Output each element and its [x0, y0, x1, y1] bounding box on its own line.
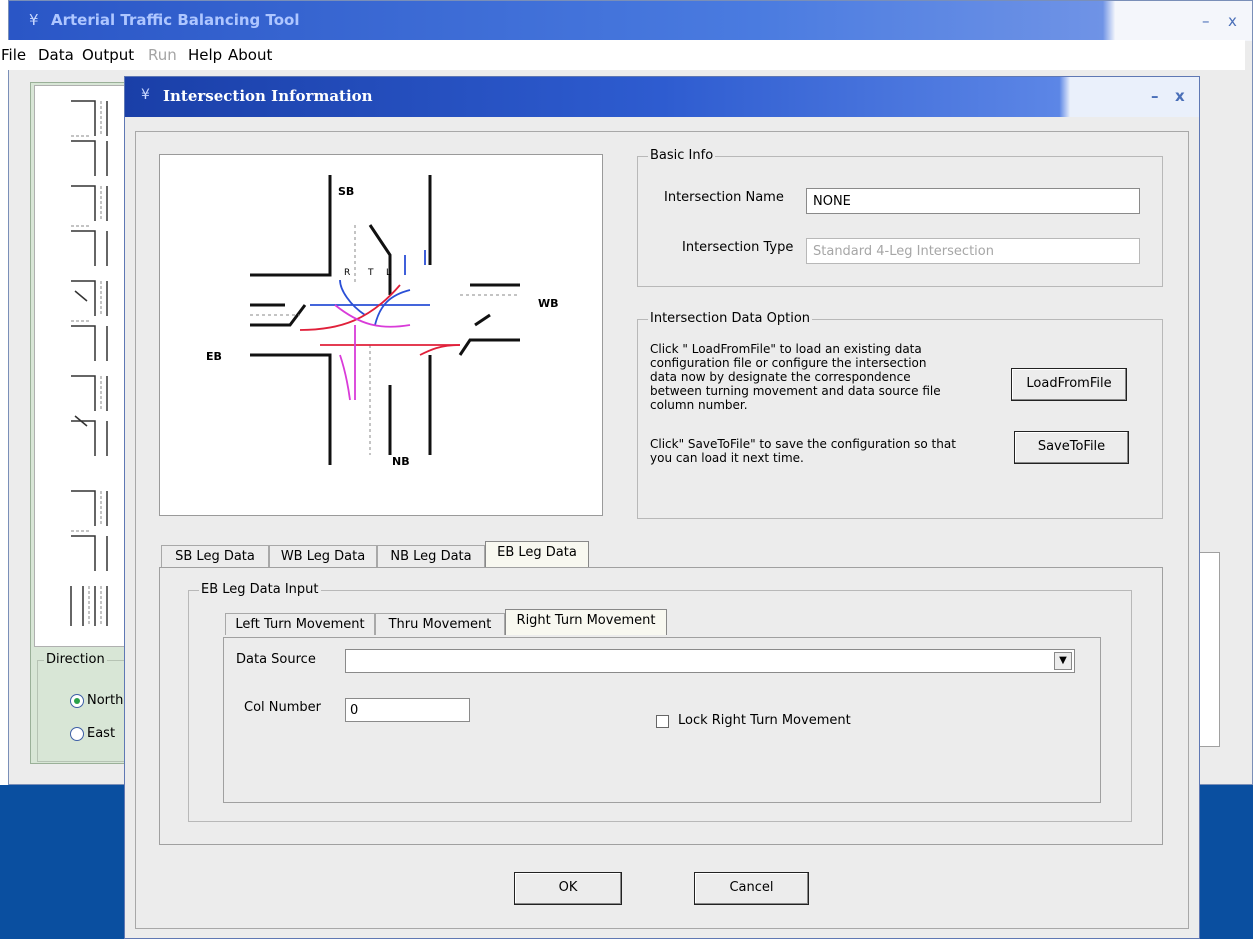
tab-eb-leg[interactable]: EB Leg Data — [485, 541, 589, 567]
data-source-label: Data Source — [236, 652, 316, 667]
eb-leg-input-group: EB Leg Data Input Left Turn Movement Thr… — [188, 582, 1132, 822]
lock-right-turn-checkbox[interactable] — [656, 715, 669, 728]
radio-selected-icon — [70, 693, 84, 708]
data-option-group: Intersection Data Option Click " LoadFro… — [637, 311, 1163, 519]
data-source-select[interactable]: ▼ — [345, 649, 1075, 673]
intersection-thumbnails — [70, 100, 108, 626]
dialog-title-bar[interactable]: ¥ Intersection Information – x — [125, 77, 1199, 117]
menu-help[interactable]: Help — [188, 46, 222, 64]
tab-left-turn[interactable]: Left Turn Movement — [225, 613, 375, 635]
movement-tabs: Left Turn Movement Thru Movement Right T… — [225, 609, 685, 637]
menu-run: Run — [148, 46, 177, 64]
main-window-title: Arterial Traffic Balancing Tool — [51, 11, 300, 29]
save-to-file-button[interactable]: SaveToFile — [1014, 431, 1129, 464]
radio-east[interactable]: East — [70, 726, 115, 741]
menu-data[interactable]: Data — [38, 46, 74, 64]
intersection-name-field[interactable]: NONE — [806, 188, 1140, 214]
basic-info-group: Basic Info Intersection Name NONE Inters… — [637, 148, 1163, 287]
dropdown-arrow-icon[interactable]: ▼ — [1054, 652, 1072, 670]
eb-leg-tab-panel: EB Leg Data Input Left Turn Movement Thr… — [159, 567, 1163, 845]
intersection-diagram: SB WB EB NB R T L — [159, 154, 603, 516]
tab-right-turn[interactable]: Right Turn Movement — [505, 609, 667, 635]
tab-nb-leg[interactable]: NB Leg Data — [377, 545, 485, 567]
cancel-button[interactable]: Cancel — [694, 872, 809, 905]
menu-output[interactable]: Output — [82, 46, 134, 64]
label-l: L — [386, 268, 391, 278]
load-from-file-button[interactable]: LoadFromFile — [1011, 368, 1127, 401]
main-title-bar[interactable]: ¥ Arterial Traffic Balancing Tool – x — [9, 1, 1252, 41]
col-number-label: Col Number — [244, 700, 321, 715]
intersection-name-label: Intersection Name — [664, 190, 784, 205]
data-option-legend: Intersection Data Option — [648, 311, 813, 326]
tab-sb-leg[interactable]: SB Leg Data — [161, 545, 269, 567]
load-description: Click " LoadFromFile" to load an existin… — [650, 342, 941, 412]
label-wb: WB — [538, 297, 559, 310]
minimize-button[interactable]: – — [1202, 12, 1210, 30]
ok-button[interactable]: OK — [514, 872, 622, 905]
menu-bar: File Data Output Run Help About — [0, 40, 1245, 70]
label-r: R — [344, 268, 350, 278]
radio-north[interactable]: North — [70, 693, 123, 708]
close-button[interactable]: x — [1228, 12, 1237, 30]
menu-about[interactable]: About — [228, 46, 272, 64]
menu-file[interactable]: File — [1, 46, 26, 64]
main-right-panel — [1198, 552, 1220, 747]
save-description: Click" SaveToFile" to save the configura… — [650, 437, 956, 465]
leg-tabs: SB Leg Data WB Leg Data NB Leg Data EB L… — [161, 541, 661, 569]
intersection-diagram-svg: SB WB EB NB R T L — [206, 175, 559, 468]
label-eb: EB — [206, 350, 222, 363]
eb-leg-input-legend: EB Leg Data Input — [199, 582, 321, 597]
label-sb: SB — [338, 185, 354, 198]
intersection-type-label: Intersection Type — [682, 240, 794, 255]
dialog-logo-icon: ¥ — [141, 87, 150, 103]
basic-info-legend: Basic Info — [648, 148, 716, 163]
intersection-dialog: ¥ Intersection Information – x SB WB EB … — [124, 76, 1200, 939]
label-t: T — [367, 268, 374, 278]
app-logo-icon: ¥ — [29, 11, 39, 29]
tab-thru[interactable]: Thru Movement — [375, 613, 505, 635]
col-number-field[interactable]: 0 — [345, 698, 470, 722]
dialog-minimize-button[interactable]: – — [1151, 87, 1159, 105]
right-turn-tab-panel: Data Source ▼ Col Number 0 Lock Right Tu… — [223, 637, 1101, 803]
dialog-close-button[interactable]: x — [1175, 87, 1185, 105]
label-nb: NB — [392, 455, 410, 468]
intersection-list[interactable] — [34, 85, 138, 647]
lock-right-turn-label: Lock Right Turn Movement — [678, 713, 851, 728]
radio-unselected-icon — [70, 726, 84, 741]
intersection-type-field: Standard 4-Leg Intersection — [806, 238, 1140, 264]
tab-wb-leg[interactable]: WB Leg Data — [269, 545, 377, 567]
dialog-title: Intersection Information — [163, 87, 373, 105]
direction-legend: Direction — [44, 652, 107, 667]
